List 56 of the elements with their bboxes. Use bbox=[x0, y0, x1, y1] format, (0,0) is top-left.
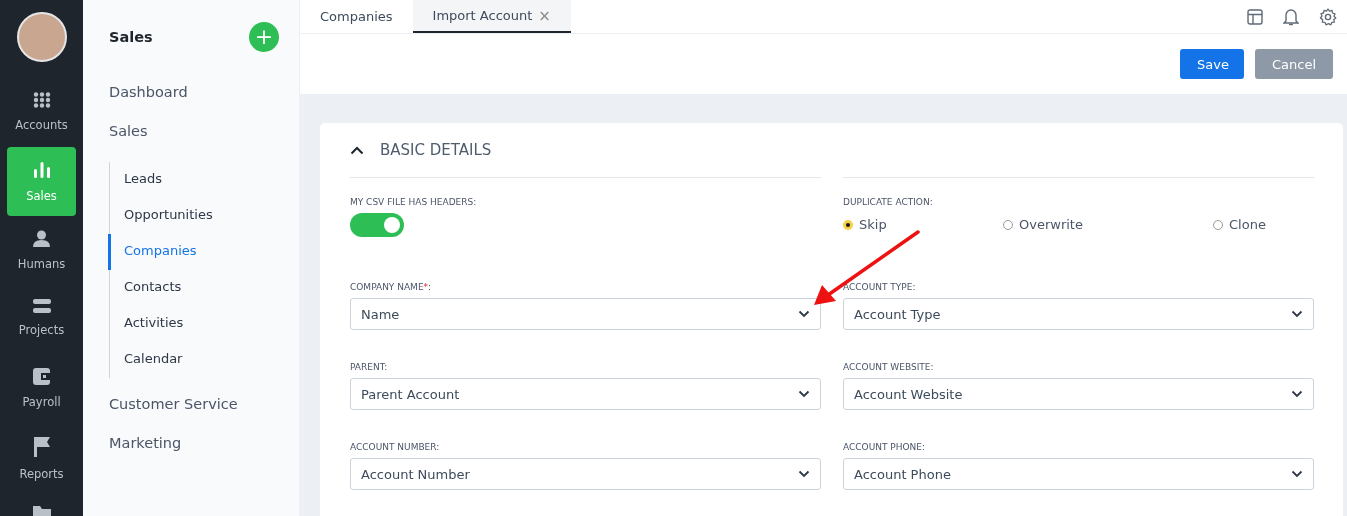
notification-bell-icon[interactable] bbox=[1283, 7, 1299, 26]
sidebar-subitem[interactable]: Opportunities bbox=[110, 198, 279, 234]
avatar[interactable] bbox=[16, 12, 67, 62]
rail-nav-item[interactable]: Accounts bbox=[7, 78, 76, 147]
sidebar-item[interactable]: Marketing bbox=[109, 427, 279, 466]
select-field[interactable]: Account Type bbox=[843, 298, 1314, 330]
chevron-down-icon bbox=[1291, 310, 1303, 318]
field-label: ACCOUNT TYPE: bbox=[843, 282, 917, 292]
bar-chart-icon bbox=[32, 161, 51, 179]
flag-icon bbox=[33, 437, 50, 457]
radio-option[interactable]: Skip bbox=[843, 217, 1003, 232]
field-label: ACCOUNT WEBSITE: bbox=[843, 362, 935, 372]
layout-icon[interactable] bbox=[1247, 8, 1263, 25]
menu-bars-icon bbox=[32, 299, 51, 313]
sidebar-item[interactable]: Dashboard bbox=[109, 76, 279, 115]
folder-icon bbox=[32, 506, 51, 516]
section-header[interactable]: BASIC DETAILS bbox=[350, 123, 1314, 159]
chevron-down-icon bbox=[798, 390, 810, 398]
save-button[interactable]: Save bbox=[1180, 49, 1244, 79]
chevron-down-icon bbox=[798, 310, 810, 318]
chevron-down-icon bbox=[1291, 390, 1303, 398]
field-label: COMPANY NAME*: bbox=[350, 282, 433, 292]
sidebar-subitem[interactable]: Activities bbox=[110, 306, 279, 342]
field-label: ACCOUNT PHONE: bbox=[843, 442, 927, 452]
sidebar-item[interactable]: Customer Service bbox=[109, 388, 279, 427]
wallet-icon bbox=[33, 368, 50, 385]
person-icon bbox=[33, 230, 50, 247]
sidebar-item[interactable]: Sales bbox=[109, 115, 279, 154]
radio-option[interactable]: Clone bbox=[1213, 217, 1266, 232]
field-label: DUPLICATE ACTION: bbox=[843, 197, 934, 207]
select-field[interactable]: Account Website bbox=[843, 378, 1314, 410]
settings-icon[interactable] bbox=[1319, 7, 1337, 26]
chevron-down-icon bbox=[798, 470, 810, 478]
select-field[interactable]: Account Phone bbox=[843, 458, 1314, 490]
field-label: MY CSV FILE HAS HEADERS: bbox=[350, 197, 478, 207]
sidebar-subitem[interactable]: Companies bbox=[108, 234, 279, 270]
tab[interactable]: Import Account × bbox=[412, 0, 571, 33]
rail-nav-item[interactable]: Payroll bbox=[7, 354, 76, 423]
chevron-up-icon bbox=[350, 145, 364, 155]
select-field[interactable]: Name bbox=[350, 298, 821, 330]
sidebar-subitem[interactable]: Contacts bbox=[110, 270, 279, 306]
select-field[interactable]: Parent Account bbox=[350, 378, 821, 410]
rail-nav-item[interactable]: Humans bbox=[7, 216, 76, 285]
radio-option[interactable]: Overwrite bbox=[1003, 217, 1163, 232]
sidebar-subitem[interactable]: Calendar bbox=[110, 342, 279, 378]
grid-icon bbox=[32, 92, 51, 108]
sidebar-title: Sales bbox=[109, 29, 153, 45]
tab[interactable]: Companies bbox=[300, 0, 413, 33]
toggle-switch[interactable] bbox=[350, 213, 404, 237]
sidebar-subitem[interactable]: Leads bbox=[110, 162, 279, 198]
select-field[interactable]: Account Number bbox=[350, 458, 821, 490]
rail-nav-item[interactable]: Projects bbox=[7, 285, 76, 354]
field-label: ACCOUNT NUMBER: bbox=[350, 442, 441, 452]
rail-nav-item[interactable]: Reports bbox=[7, 423, 76, 492]
field-label: PARENT: bbox=[350, 362, 389, 372]
chevron-down-icon bbox=[1291, 470, 1303, 478]
